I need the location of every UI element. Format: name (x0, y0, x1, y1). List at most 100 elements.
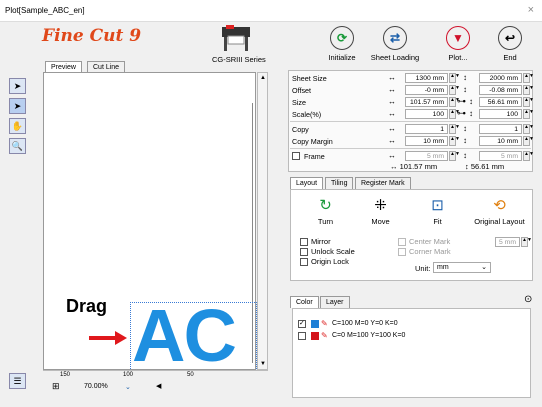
panel-menu-icon[interactable]: ⊙ (524, 294, 532, 305)
spinner-icon[interactable]: ▲▼ (521, 237, 532, 247)
tab-tiling[interactable]: Tiling (325, 177, 354, 189)
color-row[interactable]: ✎ C=0 M=100 Y=100 K=0 (297, 331, 527, 342)
frame-x-field[interactable]: 5 mm (405, 151, 448, 161)
param-row-copy: Copy ↔ 1 ▲▼ ↕ 1 ▲▼ (288, 123, 534, 135)
copy-y-field[interactable]: 1 (479, 124, 522, 134)
copy-margin-x-field[interactable]: 10 mm (405, 136, 448, 146)
turn-button[interactable]: ↻ Turn (298, 195, 353, 226)
spinner-icon[interactable]: ▲▼ (523, 85, 534, 95)
spinner-icon[interactable]: ▲▼ (523, 97, 534, 107)
tab-register-mark[interactable]: Register Mark (355, 177, 411, 189)
vertical-scrollbar[interactable]: ▲ ▼ (257, 72, 268, 370)
divider (290, 121, 531, 122)
spinner-icon[interactable]: ▲▼ (449, 136, 460, 146)
unit-select[interactable]: mm ⌄ (433, 262, 491, 273)
link-icon[interactable]: ⊶ (457, 96, 466, 107)
param-label: Offset (292, 86, 312, 95)
spinner-icon[interactable]: ▲▼ (523, 136, 534, 146)
fit-page-icon[interactable]: ⊞ (52, 381, 60, 392)
list-view-button[interactable]: ☰ (9, 373, 26, 389)
total-height: ↕ 56.61 mm (465, 162, 505, 171)
color-label: C=100 M=0 Y=0 K=0 (332, 320, 398, 327)
fit-icon: ⊡ (431, 197, 444, 214)
plotter-icon (220, 24, 252, 52)
sheet-loading-label: Sheet Loading (370, 53, 420, 62)
unit-label: Unit: (415, 264, 431, 273)
zoom-tool[interactable]: 🔍 (9, 138, 26, 154)
offset-x-field[interactable]: -0 mm (405, 85, 448, 95)
hand-tool[interactable]: ✋ (9, 118, 26, 134)
total-width: ↔ 101.57 mm (390, 162, 438, 171)
color-row[interactable]: ✓ ✎ C=100 M=0 Y=0 K=0 (297, 319, 527, 330)
original-layout-button[interactable]: ⟲ Original Layout (472, 195, 527, 226)
spinner-icon[interactable]: ▲▼ (449, 97, 460, 107)
height-arrow-icon: ↕ (463, 136, 467, 145)
spinner-icon[interactable]: ▲▼ (449, 73, 460, 83)
end-button[interactable]: ↩ End (480, 24, 540, 64)
param-row-frame: Frame ↔ 5 mm ▲▼ ↕ 5 mm ▲▼ (288, 150, 534, 162)
status-bar: 150 100 50 ⊞ 70.00% ⌄ ◀ (43, 370, 268, 392)
spinner-icon[interactable]: ▲▼ (523, 151, 534, 161)
zoom-level[interactable]: 70.00% (84, 383, 108, 390)
color-checkbox[interactable]: ✓ (298, 320, 306, 328)
spinner-icon[interactable]: ▲▼ (449, 109, 460, 119)
frame-y-field[interactable]: 5 mm (479, 151, 522, 161)
offset-y-field[interactable]: -0.08 mm (479, 85, 522, 95)
unlock-scale-checkbox[interactable] (300, 248, 308, 256)
spinner-icon[interactable]: ▲▼ (523, 109, 534, 119)
unit-value: mm (437, 264, 449, 271)
move-button[interactable]: ⁜ Move (353, 195, 408, 226)
mirror-checkbox[interactable] (300, 238, 308, 246)
size-width-field[interactable]: 101.57 mm (405, 97, 448, 107)
center-mark-checkbox[interactable] (398, 238, 406, 246)
spinner-icon[interactable]: ▲▼ (449, 124, 460, 134)
width-arrow-icon: ↔ (388, 109, 396, 118)
corner-mark-checkbox[interactable] (398, 248, 406, 256)
frame-checkbox[interactable] (292, 152, 300, 160)
copy-margin-y-field[interactable]: 10 mm (479, 136, 522, 146)
plot-cutter-icon: ▼ (446, 26, 470, 50)
artwork-text[interactable]: AC (132, 299, 237, 373)
model-name: CG-SRIII Series (212, 55, 266, 64)
origin-lock-checkbox[interactable] (300, 258, 308, 266)
color-checkbox[interactable] (298, 332, 306, 340)
copy-x-field[interactable]: 1 (405, 124, 448, 134)
width-arrow-icon: ↔ (388, 85, 396, 94)
link-icon[interactable]: ⊶ (457, 108, 466, 119)
tab-layout[interactable]: Layout (290, 177, 324, 189)
fit-button[interactable]: ⊡ Fit (410, 195, 465, 226)
size-height-field[interactable]: 56.61 mm (479, 97, 522, 107)
close-icon[interactable]: × (528, 4, 534, 16)
spinner-icon[interactable]: ▲▼ (523, 73, 534, 83)
spinner-icon[interactable]: ▲▼ (449, 151, 460, 161)
tab-layer[interactable]: Layer (320, 296, 350, 308)
sheet-height-field[interactable]: 2000 mm (479, 73, 522, 83)
arrow-icon: ➤ (13, 101, 22, 111)
width-arrow-icon: ↔ (388, 73, 396, 82)
app-logo: Fine Cut 9 (42, 26, 142, 46)
mirror-label: Mirror (311, 237, 331, 246)
center-mark-label: Center Mark (409, 237, 451, 246)
tab-color[interactable]: Color (290, 296, 319, 308)
pen-icon: ✎ (321, 331, 328, 340)
sheet-width-field[interactable]: 1300 mm (405, 73, 448, 83)
width-arrow-icon: ↔ (388, 124, 396, 133)
plot-button[interactable]: ▼ Plot... (428, 24, 488, 64)
scroll-left-icon[interactable]: ◀ (156, 382, 161, 390)
select-arrow-tool[interactable]: ➤ (9, 78, 26, 94)
zoom-dropdown-icon[interactable]: ⌄ (125, 383, 131, 391)
mark-size-field[interactable]: 5 mm (495, 237, 520, 247)
original-layout-icon: ⟲ (493, 197, 506, 214)
window-title: Plot[Sample_ABC_en] (5, 6, 85, 15)
scale-y-field[interactable]: 100 (479, 109, 522, 119)
origin-lock-label: Origin Lock (311, 257, 349, 266)
swap-arrows-icon: ⇄ (383, 26, 407, 50)
spinner-icon[interactable]: ▲▼ (523, 124, 534, 134)
preview-canvas[interactable]: Drag AC (43, 72, 257, 373)
spinner-icon[interactable]: ▲▼ (449, 85, 460, 95)
direct-select-tool[interactable]: ➤ (9, 98, 26, 114)
initialize-button[interactable]: ⟳ Initialize (312, 24, 372, 64)
sheet-loading-button[interactable]: ⇄ Sheet Loading (365, 24, 425, 64)
arrow-icon: ➤ (13, 81, 22, 91)
scale-x-field[interactable]: 100 (405, 109, 448, 119)
